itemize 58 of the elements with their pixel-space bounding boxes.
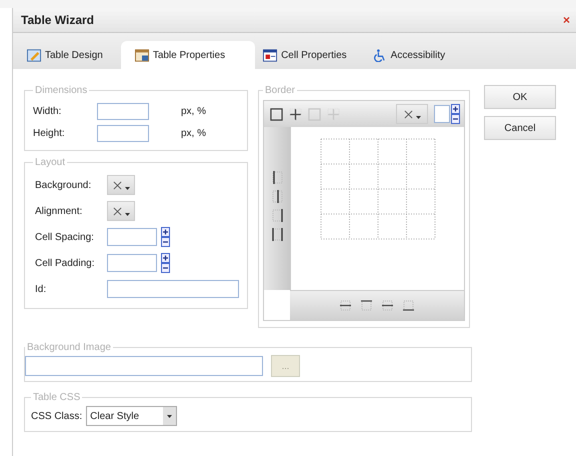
- field-label: CSS Class:: [31, 410, 82, 422]
- inner-border-icon[interactable]: [289, 108, 302, 120]
- caret-icon: [167, 414, 172, 418]
- no-value-icon: [112, 206, 122, 216]
- tab[interactable]: Cell Properties: [255, 41, 365, 69]
- accessibility-icon: [372, 48, 387, 62]
- row-border-icon[interactable]: [403, 300, 414, 311]
- color-picker[interactable]: [107, 201, 135, 221]
- caret-icon: [124, 186, 130, 190]
- style-dropdown[interactable]: Clear Style: [86, 406, 178, 426]
- tab[interactable]: Table Design: [19, 41, 121, 69]
- outer-border-icon[interactable]: [270, 108, 283, 120]
- number-field[interactable]: [434, 105, 450, 123]
- table-cell-icon: [263, 48, 278, 62]
- no-value-icon: [112, 180, 122, 190]
- row-border-icon[interactable]: [361, 300, 372, 311]
- no-value-icon: [404, 110, 412, 118]
- column-border-icon[interactable]: [272, 209, 282, 222]
- field-label: Cell Spacing:: [35, 232, 95, 242]
- input-field[interactable]: [107, 280, 239, 298]
- input-field[interactable]: [97, 102, 149, 120]
- window-title: Table Wizard: [21, 13, 94, 27]
- color-picker[interactable]: [396, 104, 428, 124]
- field-label: Alignment:: [35, 206, 84, 216]
- close-button[interactable]: ×: [562, 13, 570, 27]
- group-legend: Dimensions: [33, 85, 90, 96]
- field-label: Cell Padding:: [35, 258, 96, 268]
- spinner-icon[interactable]: [161, 227, 170, 247]
- table-icon: [134, 48, 149, 62]
- input-field[interactable]: [97, 124, 149, 142]
- dialog-button[interactable]: OK: [484, 85, 556, 109]
- tab[interactable]: Accessibility: [364, 41, 464, 69]
- caret-icon: [124, 212, 130, 216]
- tab[interactable]: Table Properties: [120, 41, 256, 69]
- row-border-icon[interactable]: [340, 300, 351, 311]
- table-edit-icon: [27, 48, 41, 62]
- row-border-icon[interactable]: [382, 300, 393, 311]
- number-field[interactable]: [107, 228, 157, 246]
- spinner-icon[interactable]: [161, 253, 170, 273]
- unit-label: px, %: [181, 128, 206, 138]
- input-field[interactable]: [25, 356, 263, 376]
- group-legend: Border: [263, 85, 298, 96]
- caret-icon: [416, 116, 420, 118]
- color-picker[interactable]: [107, 175, 135, 195]
- field-label: Height:: [33, 128, 66, 138]
- group-legend: Table CSS: [31, 392, 82, 403]
- field-label: Width:: [33, 106, 62, 116]
- column-border-icon[interactable]: [272, 171, 282, 184]
- number-field[interactable]: [107, 254, 157, 272]
- spinner-icon[interactable]: [451, 104, 460, 124]
- column-border-icon[interactable]: [272, 228, 282, 241]
- unit-label: px, %: [181, 106, 206, 116]
- group-legend: Layout: [33, 157, 68, 168]
- dialog-button[interactable]: Cancel: [484, 116, 556, 140]
- field-label: Id:: [35, 284, 48, 294]
- field-label: Background:: [35, 180, 92, 190]
- column-border-icon[interactable]: [272, 190, 282, 203]
- group-legend: Background Image: [25, 342, 113, 353]
